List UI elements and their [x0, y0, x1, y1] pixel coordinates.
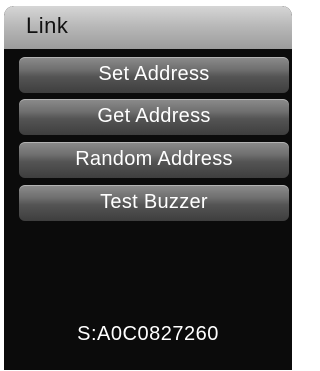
set-address-button[interactable]: Set Address [19, 57, 289, 93]
get-address-button[interactable]: Get Address [19, 99, 289, 135]
serial-number: S:A0C0827260 [77, 323, 219, 345]
random-address-label: Random Address [75, 148, 233, 170]
set-address-label: Set Address [98, 63, 210, 85]
device-screen: Link Set Address Get Address Random Addr… [4, 6, 292, 370]
title-bar: Link [4, 6, 292, 49]
get-address-label: Get Address [97, 105, 211, 127]
test-buzzer-button[interactable]: Test Buzzer [19, 185, 289, 221]
screen-title: Link [26, 13, 69, 38]
random-address-button[interactable]: Random Address [19, 142, 289, 178]
test-buzzer-label: Test Buzzer [100, 191, 208, 213]
